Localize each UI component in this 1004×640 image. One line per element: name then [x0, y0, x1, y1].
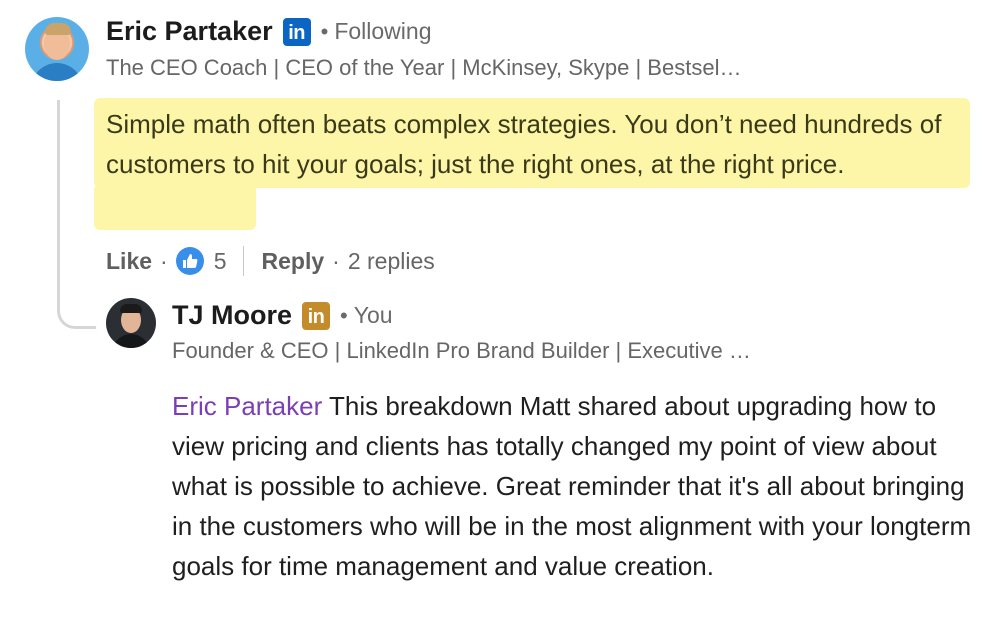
comment-thread: Eric Partaker in • Following The CEO Coa… — [0, 0, 1004, 640]
avatar[interactable] — [25, 17, 89, 81]
separator-dot: • — [340, 302, 348, 328]
thread-connector-line — [57, 100, 96, 329]
reply-text: Eric Partaker This breakdown Matt shared… — [172, 386, 987, 586]
linkedin-premium-icon: in — [302, 301, 331, 330]
reply-author-name[interactable]: TJ Moore — [172, 300, 292, 331]
like-button[interactable]: Like — [106, 248, 152, 275]
action-divider — [242, 246, 244, 276]
thumbs-up-icon[interactable] — [175, 247, 204, 275]
comment-author-row: Eric Partaker in • Following — [106, 16, 431, 47]
comment-author-name[interactable]: Eric Partaker — [106, 16, 273, 47]
reaction-count[interactable]: 5 — [214, 248, 227, 275]
replies-count[interactable]: 2 replies — [348, 248, 435, 275]
comment-text: Simple math often beats complex strategi… — [106, 109, 942, 179]
highlight-background-tail — [94, 184, 256, 230]
linkedin-icon: in — [282, 17, 311, 46]
separator-dot: · — [332, 247, 340, 274]
reply-avatar[interactable] — [106, 298, 156, 348]
comment-actions: Like · 5 Reply · 2 replies — [106, 246, 435, 276]
reply-author-relation: You — [353, 302, 393, 328]
separator-dot: • — [320, 18, 329, 44]
follow-status: Following — [334, 18, 432, 44]
separator-dot: · — [160, 247, 168, 274]
mention-link[interactable]: Eric Partaker — [172, 391, 322, 421]
comment-author-headline: The CEO Coach | CEO of the Year | McKins… — [106, 55, 742, 80]
reply-author-headline: Founder & CEO | LinkedIn Pro Brand Build… — [172, 338, 751, 363]
reply-author-row: TJ Moore in • You — [172, 300, 393, 331]
reply-button[interactable]: Reply — [262, 248, 325, 275]
